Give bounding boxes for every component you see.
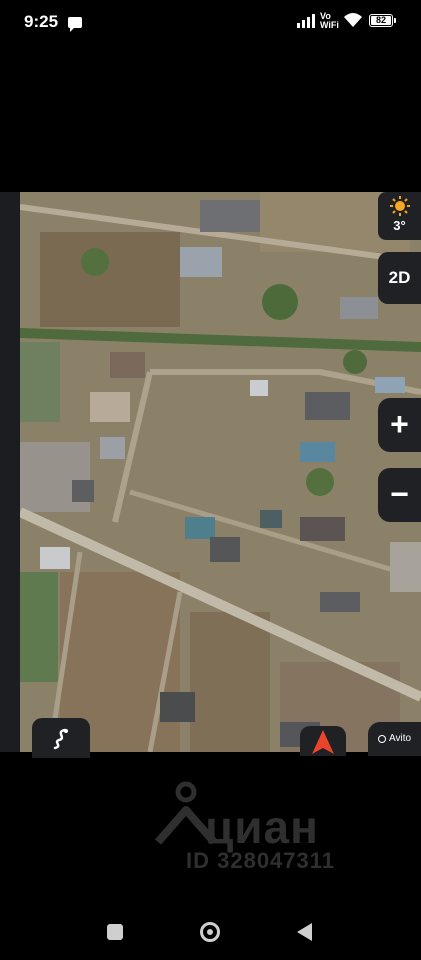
- message-notification-icon: [68, 17, 82, 32]
- back-button[interactable]: [297, 923, 312, 941]
- watermark-listing-id: ID 328047311: [186, 848, 336, 873]
- route-icon: [53, 728, 68, 750]
- status-bar: 9:25 Vo WiFi 82: [0, 0, 421, 44]
- satellite-imagery: [20, 192, 421, 752]
- clock: 9:25: [24, 12, 59, 31]
- zoom-out-button[interactable]: −: [378, 468, 421, 522]
- zoom-in-button[interactable]: +: [378, 398, 421, 452]
- watermark-brand: циан: [205, 801, 319, 853]
- sun-icon: [390, 196, 410, 216]
- home-button[interactable]: [200, 922, 220, 942]
- location-button[interactable]: [300, 726, 346, 756]
- satellite-map[interactable]: [20, 192, 421, 752]
- map-attribution: Avito: [368, 722, 421, 756]
- recent-apps-button[interactable]: [107, 924, 123, 940]
- battery-level: 82: [371, 16, 391, 25]
- attribution-label: Avito: [389, 733, 412, 744]
- weather-temperature: 3°: [393, 218, 406, 233]
- avito-logo-icon: [378, 735, 386, 743]
- cell-signal-icon: [297, 14, 315, 28]
- vowifi-label: Vo WiFi: [320, 11, 339, 30]
- compass-arrow-icon: [312, 730, 334, 754]
- wifi-icon: [344, 13, 362, 27]
- view-mode-button[interactable]: 2D: [378, 252, 421, 304]
- route-button[interactable]: [32, 718, 90, 758]
- weather-widget[interactable]: 3°: [378, 192, 421, 240]
- battery-icon: 82: [369, 14, 396, 27]
